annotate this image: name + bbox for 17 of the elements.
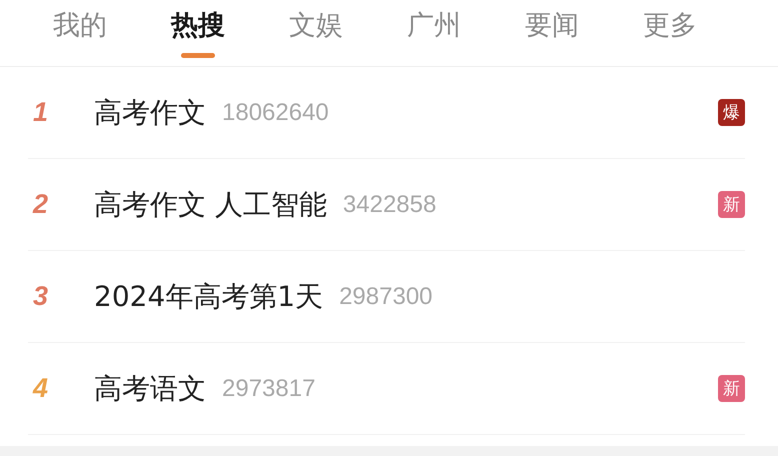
rank-number: 2 — [32, 189, 50, 220]
topic-badge: 新 — [718, 191, 745, 218]
topic-title[interactable]: 高考语文 — [94, 370, 206, 408]
heat-count: 3422858 — [342, 190, 436, 218]
topic-badge: 新 — [718, 375, 745, 402]
topic-title[interactable]: 高考作文 人工智能 — [94, 186, 327, 224]
rank-number: 1 — [32, 97, 50, 128]
heat-count: 2987300 — [339, 282, 433, 310]
heat-count: 18062640 — [222, 98, 329, 126]
topic-title[interactable]: 2024年高考第1天 — [94, 278, 324, 316]
rank-number: 3 — [32, 281, 50, 312]
active-tab-indicator — [181, 53, 215, 58]
rank-number: 4 — [32, 373, 50, 404]
heat-count: 2973817 — [222, 374, 316, 402]
topic-badge: 爆 — [718, 99, 745, 126]
tab[interactable]: 热搜 — [139, 0, 257, 66]
topic-title[interactable]: 高考作文 — [94, 94, 206, 132]
